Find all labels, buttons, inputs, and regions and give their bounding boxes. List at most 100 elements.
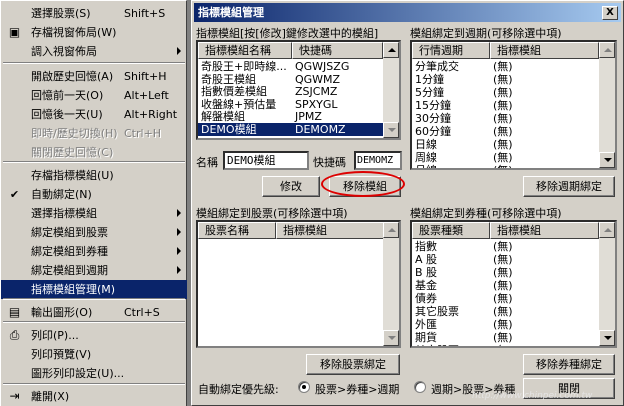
menu-item-shortcut: Shift+H bbox=[124, 70, 167, 83]
menu-item-label: 即時/歷史切換(H) bbox=[31, 127, 118, 140]
list-cell: 其它股票 bbox=[415, 305, 459, 318]
col-header-stock-module[interactable]: 指標模組 bbox=[276, 222, 399, 239]
menu-item-label: 離開(X) bbox=[31, 390, 70, 403]
modules-label: 指標模組[按[修改]鍵修改選中的模組] bbox=[196, 27, 379, 40]
vertical-scrollbar[interactable] bbox=[383, 42, 399, 138]
list-item[interactable]: 外匯 (無) bbox=[412, 318, 615, 331]
type-binding-list[interactable]: 股票種類 指標模組 指數 (無) A 股 (無) B 股 (無) 基金 (無) 債券 (無) 其它股… bbox=[410, 220, 617, 348]
code-field[interactable]: DEMOMZ bbox=[354, 151, 402, 170]
list-item[interactable]: 5分鐘 (無) bbox=[412, 86, 615, 99]
modules-list[interactable]: 指標模組名稱 快捷碼 奇股王+即時線... QGWJSZG 奇股王模組 QGWMZ 指數… bbox=[196, 40, 401, 140]
list-item[interactable]: B 股 (無) bbox=[412, 266, 615, 279]
modify-button[interactable]: 修改 bbox=[262, 176, 320, 197]
menu-item[interactable]: 圖形列印設定(U)... bbox=[1, 364, 187, 383]
col-header-shortcut[interactable]: 快捷碼 bbox=[292, 42, 383, 59]
list-item[interactable]: 債券 (無) bbox=[412, 292, 615, 305]
menu-item[interactable]: 調入視窗佈局 bbox=[1, 42, 187, 61]
menu-item[interactable]: 指標模組管理(M) bbox=[1, 280, 187, 299]
vertical-scrollbar[interactable] bbox=[599, 42, 615, 168]
menu-item[interactable]: ✔ 自動綁定(N) bbox=[1, 185, 187, 204]
list-item[interactable]: 1分鐘 (無) bbox=[412, 73, 615, 86]
list-cell: (無) bbox=[493, 318, 513, 331]
menu-item[interactable]: ⎙ 列印(P)... bbox=[1, 326, 187, 345]
scroll-down-button[interactable] bbox=[383, 122, 399, 138]
menu-item[interactable]: 綁定模組到週期 bbox=[1, 261, 187, 280]
vertical-scrollbar[interactable] bbox=[599, 222, 615, 346]
menu-item[interactable]: 回憶前一天(O) Alt+Left bbox=[1, 86, 187, 105]
remove-type-binding-button[interactable]: 移除券種綁定 bbox=[523, 354, 615, 375]
priority-option-1-label[interactable]: 股票>券種>週期 bbox=[315, 381, 399, 397]
scroll-up-button[interactable] bbox=[599, 42, 615, 58]
list-cell: (無) bbox=[493, 253, 513, 266]
list-item[interactable]: 奇股王+即時線... QGWJSZG bbox=[198, 60, 399, 73]
menu-item[interactable]: ▣ 存檔視窗佈局(W) bbox=[1, 23, 187, 42]
list-item[interactable]: 其它股票 (無) bbox=[412, 344, 615, 346]
list-item[interactable]: 30分鐘 (無) bbox=[412, 112, 615, 125]
list-item[interactable]: 月線 (無) bbox=[412, 164, 615, 168]
scroll-up-button[interactable] bbox=[599, 222, 615, 238]
scroll-up-button[interactable] bbox=[383, 222, 399, 238]
type-binding-label: 模組綁定到券種(可移除選中項) bbox=[410, 207, 562, 220]
list-item[interactable]: 奇股王模組 QGWMZ bbox=[198, 73, 399, 86]
scroll-down-button[interactable] bbox=[383, 330, 399, 346]
col-header-module-name[interactable]: 指標模組名稱 bbox=[198, 42, 292, 59]
menu-item-label: 選擇指標模組 bbox=[31, 207, 97, 220]
scroll-up-button[interactable] bbox=[383, 42, 399, 58]
list-cell: (無) bbox=[493, 305, 513, 318]
menu-item[interactable]: 綁定模組到股票 bbox=[1, 223, 187, 242]
close-icon[interactable]: X bbox=[602, 6, 618, 20]
list-item[interactable]: A 股 (無) bbox=[412, 253, 615, 266]
menu-item[interactable]: 開啟歷史回憶(A) Shift+H bbox=[1, 67, 187, 86]
menu-separator bbox=[3, 321, 185, 323]
menu-item[interactable]: ▤ 輸出圖形(O) Ctrl+S bbox=[1, 303, 187, 322]
list-item[interactable]: 15分鐘 (無) bbox=[412, 99, 615, 112]
list-item[interactable]: 收盤線+預估量 SPXYGL bbox=[198, 98, 399, 111]
dialog-title-bar[interactable]: 指標模組管理 X bbox=[194, 3, 621, 22]
menu-item[interactable]: 回憶後一天(U) Alt+Right bbox=[1, 105, 187, 124]
col-header-stock-type[interactable]: 股票種類 bbox=[412, 222, 490, 239]
list-item[interactable]: 指數 (無) bbox=[412, 240, 615, 253]
scroll-down-button[interactable] bbox=[599, 330, 615, 346]
list-cell: QGWJSZG bbox=[295, 60, 350, 73]
list-cell: (無) bbox=[493, 279, 513, 292]
code-label: 快捷碼 bbox=[313, 156, 346, 169]
list-cell: (無) bbox=[493, 86, 513, 99]
list-item[interactable]: 基金 (無) bbox=[412, 279, 615, 292]
list-item[interactable]: 60分鐘 (無) bbox=[412, 125, 615, 138]
col-header-type-module[interactable]: 指標模組 bbox=[490, 222, 599, 239]
remove-period-binding-button[interactable]: 移除週期綁定 bbox=[523, 176, 615, 197]
list-item[interactable]: 日線 (無) bbox=[412, 138, 615, 151]
menu-item[interactable]: 關閉歷史回憶(C) bbox=[1, 143, 187, 162]
period-binding-list[interactable]: 行情週期 指標模組 分筆成交 (無) 1分鐘 (無) 5分鐘 (無) 15分鐘 (無) 30分鐘… bbox=[410, 40, 617, 170]
list-item[interactable]: DEMO模組 DEMOMZ bbox=[198, 123, 399, 136]
name-field[interactable]: DEMO模組 bbox=[223, 151, 309, 170]
menu-item[interactable]: 列印預覽(V) bbox=[1, 345, 187, 364]
list-item[interactable]: 指數價差模組 ZSJCMZ bbox=[198, 85, 399, 98]
menu-item[interactable]: ⇥ 離開(X) bbox=[1, 387, 187, 406]
menu-item[interactable]: 選擇股票(S) Shift+S bbox=[1, 4, 187, 23]
list-cell: 30分鐘 bbox=[415, 112, 451, 125]
stock-binding-list[interactable]: 股票名稱 指標模組 bbox=[196, 220, 401, 348]
list-item[interactable]: 期貨 (無) bbox=[412, 331, 615, 344]
priority-radio-1[interactable] bbox=[298, 381, 310, 393]
priority-radio-2[interactable] bbox=[414, 381, 426, 393]
remove-stock-binding-button[interactable]: 移除股票綁定 bbox=[306, 354, 400, 375]
menu-item[interactable]: 即時/歷史切換(H) Ctrl+H bbox=[1, 124, 187, 143]
menu-item-label: 存檔指標模組(U) bbox=[31, 169, 114, 182]
col-header-period-module[interactable]: 指標模組 bbox=[490, 42, 599, 59]
menu-item[interactable]: 存檔指標模組(U) bbox=[1, 166, 187, 185]
list-cell: 月線 bbox=[415, 164, 437, 168]
list-cell: A 股 bbox=[415, 253, 438, 266]
list-item[interactable]: 解盤模組 JPMZ bbox=[198, 110, 399, 123]
list-item[interactable]: 分筆成交 (無) bbox=[412, 60, 615, 73]
col-header-period[interactable]: 行情週期 bbox=[412, 42, 490, 59]
menu-item[interactable]: 選擇指標模組 bbox=[1, 204, 187, 223]
menu-item[interactable]: 綁定模組到券種 bbox=[1, 242, 187, 261]
list-cell: (無) bbox=[493, 73, 513, 86]
list-item[interactable]: 周線 (無) bbox=[412, 151, 615, 164]
scroll-down-button[interactable] bbox=[599, 152, 615, 168]
vertical-scrollbar[interactable] bbox=[383, 222, 399, 346]
list-item[interactable]: 其它股票 (無) bbox=[412, 305, 615, 318]
col-header-stock-name[interactable]: 股票名稱 bbox=[198, 222, 276, 239]
menu-item-label: 綁定模組到券種 bbox=[31, 245, 108, 258]
